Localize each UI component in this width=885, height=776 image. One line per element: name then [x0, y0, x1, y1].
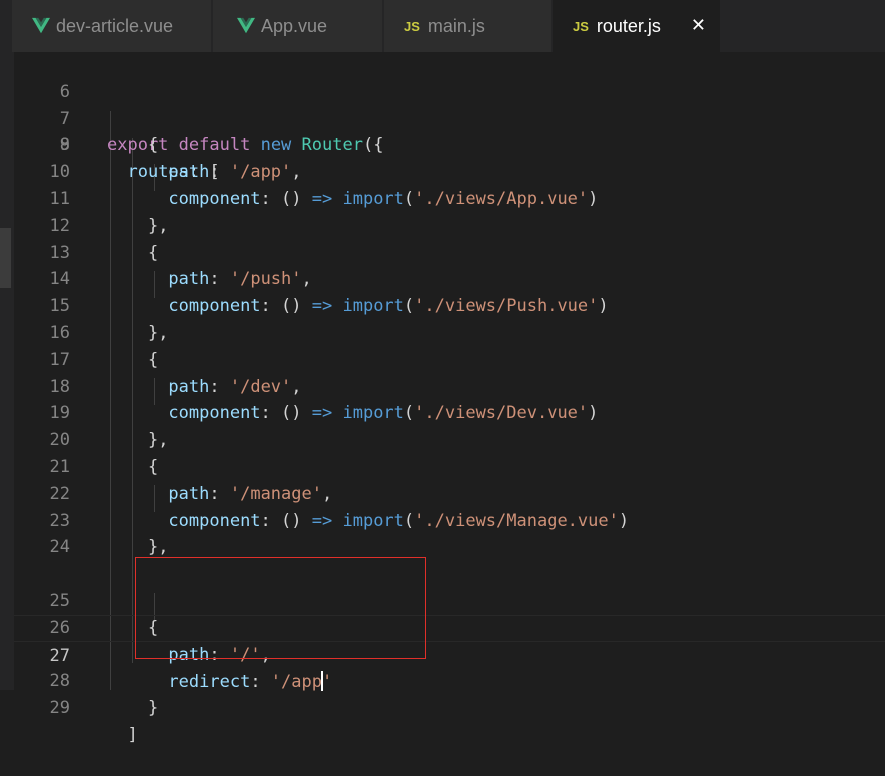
code-line: 22 path: '/manage',: [14, 481, 885, 508]
code-line: 9 {: [14, 132, 885, 159]
code-text: path: '/push',: [168, 269, 312, 290]
code-line: 12 },: [14, 213, 885, 240]
line-number: 14: [49, 269, 70, 290]
code-text: {: [147, 242, 159, 263]
code-text: }: [147, 698, 159, 719]
code-line: 23 component: () => import('./views/Mana…: [14, 508, 885, 535]
code-line: 6: [14, 52, 885, 102]
vue-icon: [32, 17, 50, 34]
activity-strip: [0, 52, 14, 690]
line-number: 17: [49, 349, 70, 370]
line-number: 9: [59, 135, 70, 156]
code-line: 15 component: () => import('./views/Push…: [14, 293, 885, 320]
tab-main-js[interactable]: JS main.js: [384, 0, 552, 52]
code-text: ]: [127, 724, 138, 745]
code-text: {: [147, 135, 159, 156]
line-number: 21: [49, 457, 70, 477]
js-icon: JS: [573, 18, 589, 34]
close-icon[interactable]: ✕: [691, 15, 706, 36]
tab-app-vue[interactable]: App.vue: [213, 0, 383, 52]
line-number: 29: [49, 698, 70, 719]
line-number: 18: [49, 376, 70, 397]
tab-router-js[interactable]: JS router.js ✕: [553, 0, 721, 52]
code-text: component: () => import('./views/App.vue…: [168, 189, 599, 209]
code-text: },: [147, 323, 169, 343]
code-text: path: '/app',: [168, 162, 302, 183]
code-line: 14 path: '/push',: [14, 266, 885, 293]
code-text: component: () => import('./views/Push.vu…: [168, 296, 609, 317]
code-text: {: [147, 457, 159, 477]
line-number: 13: [49, 242, 70, 263]
line-number: 10: [49, 162, 70, 183]
code-text: },: [147, 430, 169, 451]
js-icon: JS: [404, 18, 420, 34]
code-line: 21 {: [14, 454, 885, 481]
code-line: 10 path: '/app',: [14, 159, 885, 186]
scroll-marker: [0, 228, 11, 288]
line-number: 24: [49, 537, 70, 558]
code-line: 18 path: '/dev',: [14, 374, 885, 401]
code-line: 7 export default new Router({: [14, 79, 885, 156]
line-number: 19: [49, 403, 70, 424]
tab-dev-article-vue[interactable]: dev-article.vue: [12, 0, 212, 52]
line-number: 20: [49, 430, 70, 451]
code-line: 29 ]: [14, 668, 885, 745]
code-line: 13 {: [14, 240, 885, 267]
code-text: path: '/dev',: [168, 376, 302, 397]
tab-label: main.js: [427, 15, 485, 36]
code-line: 20 },: [14, 427, 885, 454]
code-line: 19 component: () => import('./views/Dev.…: [14, 400, 885, 427]
line-number: 11: [49, 189, 70, 209]
code-line: 11 component: () => import('./views/App.…: [14, 186, 885, 213]
line-number: 23: [49, 510, 70, 531]
code-text: },: [147, 215, 169, 236]
vue-icon: [237, 17, 255, 34]
code-line: 8 routes: [: [14, 106, 885, 182]
tab-label: dev-article.vue: [56, 15, 174, 36]
line-number: 22: [49, 483, 70, 504]
code-text: component: () => import('./views/Manage.…: [168, 510, 630, 531]
code-line: 17 {: [14, 347, 885, 374]
tab-bar: dev-article.vue App.vue JS main.js JS ro…: [0, 0, 885, 52]
tab-label: router.js: [596, 15, 661, 36]
line-number: 15: [49, 296, 70, 317]
code-text: component: () => import('./views/Dev.vue…: [168, 403, 599, 424]
code-text: {: [147, 349, 159, 370]
tab-label: App.vue: [261, 15, 328, 36]
code-text: path: '/manage',: [168, 483, 333, 504]
code-line: 16 },: [14, 320, 885, 347]
line-number: 16: [49, 323, 70, 343]
annotation-box: [135, 557, 426, 659]
line-number: 12: [49, 215, 70, 236]
